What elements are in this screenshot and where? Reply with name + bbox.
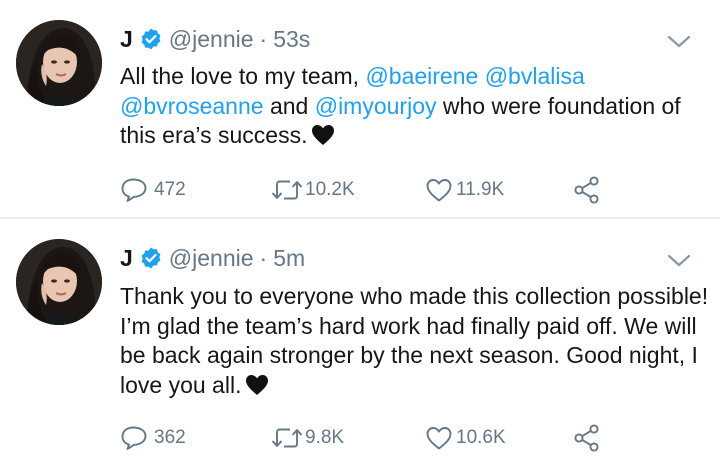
mention-link[interactable]: @bvroseanne xyxy=(120,93,264,119)
separator-dot: · xyxy=(259,244,268,271)
avatar-image xyxy=(16,20,102,106)
timestamp[interactable]: 5m xyxy=(273,245,305,272)
tweet-text-content: Thank you to everyone who made this coll… xyxy=(120,283,709,398)
like-icon xyxy=(425,425,453,451)
black-heart-emoji xyxy=(245,374,269,396)
tweet[interactable]: J @jennie · 5m Thank you to everyone who… xyxy=(0,219,720,466)
display-name[interactable]: J xyxy=(120,245,133,272)
share-icon xyxy=(572,423,602,453)
display-name[interactable]: J xyxy=(120,26,133,53)
reply-icon xyxy=(120,177,148,203)
tweet-text-part: All the love to my team, xyxy=(120,63,366,89)
tweet-text: Thank you to everyone who made this coll… xyxy=(120,282,710,400)
black-heart-emoji xyxy=(311,124,335,146)
separator-dot: · xyxy=(259,25,268,52)
tweet-actions: 472 10.2K 11.9K xyxy=(120,175,620,205)
retweet-button[interactable]: 10.2K xyxy=(270,175,355,205)
tweet-header: J @jennie · 5m xyxy=(120,243,305,273)
retweet-icon xyxy=(270,426,304,450)
tweet[interactable]: J @jennie · 53s All the love to my team,… xyxy=(0,0,720,218)
tweet-text: All the love to my team, @baeirene @bvla… xyxy=(120,62,710,151)
share-button[interactable] xyxy=(572,423,602,453)
tweet-actions: 362 9.8K 10.6K xyxy=(120,423,620,453)
reply-button[interactable]: 472 xyxy=(120,175,186,205)
like-button[interactable]: 11.9K xyxy=(425,175,504,205)
like-count: 11.9K xyxy=(456,179,505,200)
reply-icon xyxy=(120,425,148,451)
like-button[interactable]: 10.6K xyxy=(425,423,506,453)
retweet-count: 10.2K xyxy=(305,179,355,200)
like-count: 10.6K xyxy=(456,427,506,448)
mention-link[interactable]: @imyourjoy xyxy=(315,93,437,119)
reply-count: 472 xyxy=(154,179,186,200)
tweet-header: J @jennie · 53s xyxy=(120,24,310,54)
share-button[interactable] xyxy=(572,175,602,205)
user-handle[interactable]: @jennie xyxy=(169,26,254,53)
retweet-button[interactable]: 9.8K xyxy=(270,423,344,453)
mention-link[interactable]: @baeirene xyxy=(365,63,478,89)
avatar[interactable] xyxy=(16,20,102,106)
timestamp[interactable]: 53s xyxy=(273,26,310,53)
verified-badge-icon xyxy=(139,27,163,51)
reply-count: 362 xyxy=(154,427,186,448)
mention-link[interactable]: @bvlalisa xyxy=(485,63,585,89)
avatar[interactable] xyxy=(16,239,102,325)
reply-button[interactable]: 362 xyxy=(120,423,186,453)
tweet-text-part: and xyxy=(263,92,315,119)
share-icon xyxy=(572,175,602,205)
chevron-down-icon[interactable] xyxy=(666,253,692,269)
chevron-down-icon[interactable] xyxy=(666,34,692,50)
retweet-icon xyxy=(270,178,304,202)
user-handle[interactable]: @jennie xyxy=(169,245,254,272)
retweet-count: 9.8K xyxy=(305,427,345,448)
verified-badge-icon xyxy=(139,246,163,270)
like-icon xyxy=(425,177,453,203)
avatar-image xyxy=(16,239,102,325)
